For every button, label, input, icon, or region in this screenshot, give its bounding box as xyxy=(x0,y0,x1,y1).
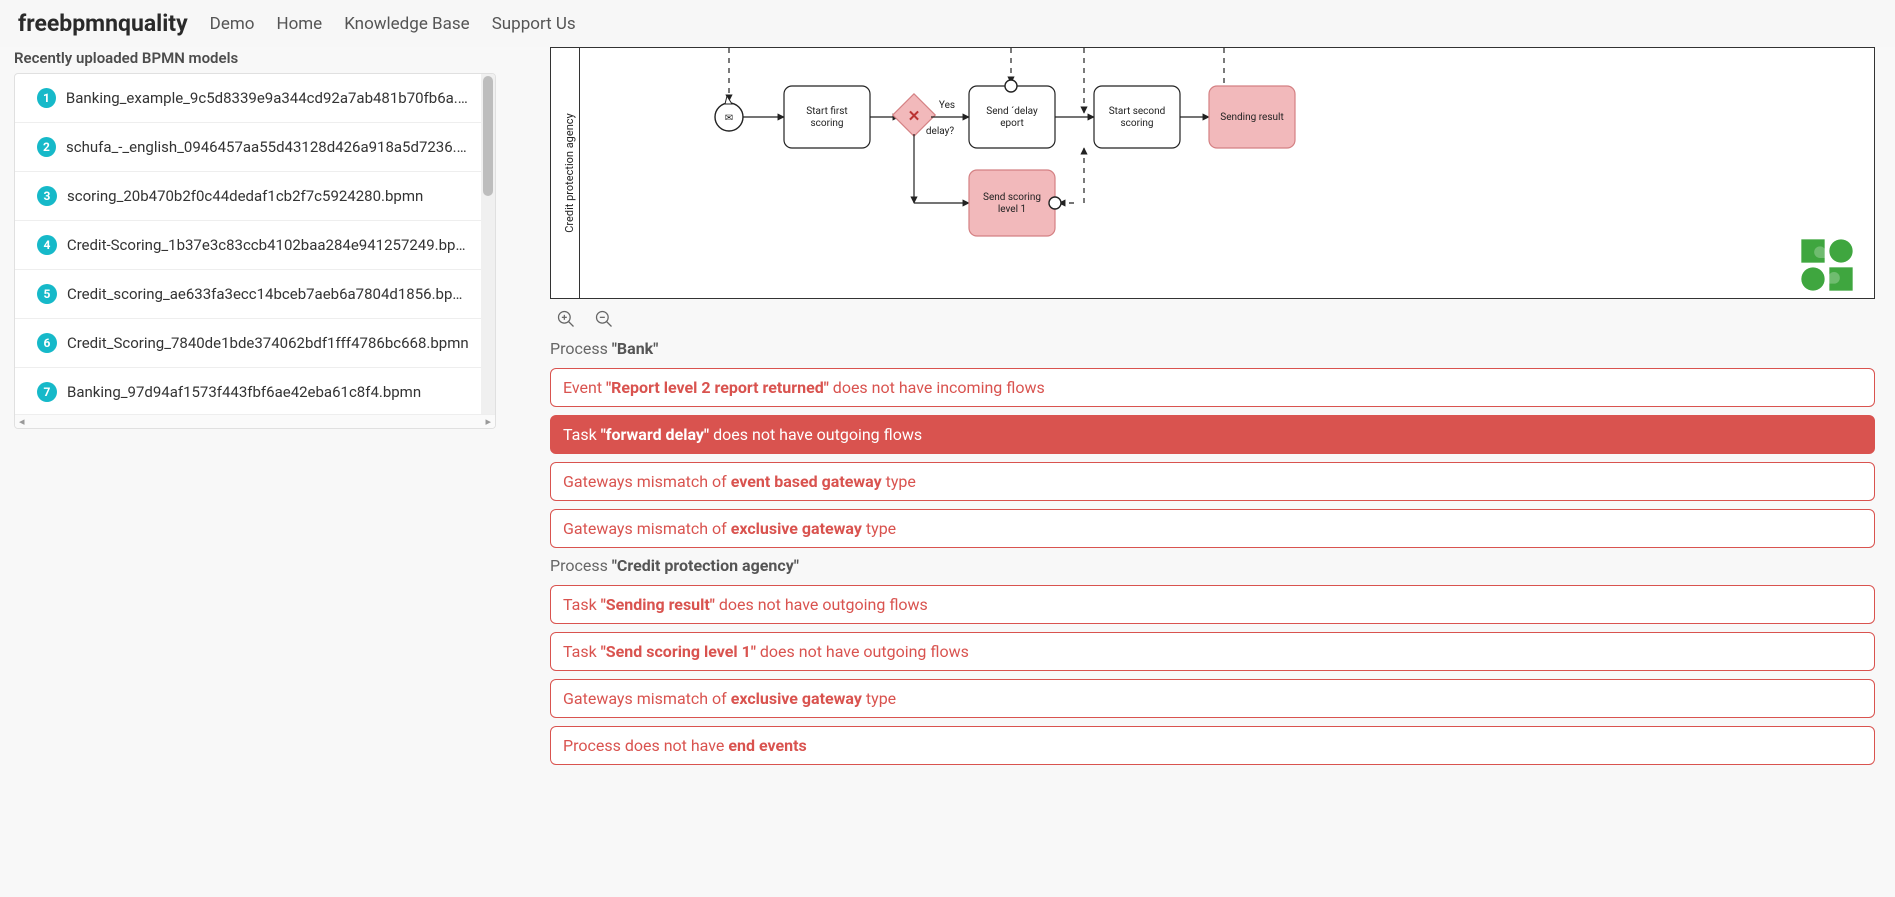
model-filename: Banking_example_9c5d8339e9a344cd92a7ab48… xyxy=(66,89,473,107)
model-row[interactable]: 4 Credit-Scoring_1b37e3c83ccb4102baa284e9… xyxy=(15,221,495,270)
proc-pre: Process xyxy=(550,556,612,575)
issue-item[interactable]: Task "forward delay" does not have outgo… xyxy=(550,415,1875,454)
svg-text:Sending result: Sending result xyxy=(1220,112,1283,123)
zoom-controls xyxy=(556,309,1869,329)
issue-pre: Gateways mismatch of xyxy=(563,472,731,491)
nav-kb[interactable]: Knowledge Base xyxy=(344,14,469,34)
issue-pre: Task xyxy=(563,425,601,444)
model-index-badge: 6 xyxy=(37,333,57,353)
model-row[interactable]: 7 Banking_97d94af1573f443fbf6ae42eba61c8f… xyxy=(15,368,495,414)
issue-post: type xyxy=(862,519,896,538)
list-footer: ◂ ▸ xyxy=(15,414,495,429)
proc-bold: "Bank" xyxy=(612,339,658,358)
model-list[interactable]: 1 Banking_example_9c5d8339e9a344cd92a7ab4… xyxy=(15,74,495,414)
model-filename: Credit_Scoring_7840de1bde374062bdf1fff47… xyxy=(67,334,469,352)
nav-demo[interactable]: Demo xyxy=(210,14,255,34)
issue-bold: "Report level 2 report returned" xyxy=(606,378,829,397)
issue-pre: Task xyxy=(563,595,601,614)
issue-post: type xyxy=(882,472,916,491)
model-filename: Banking_97d94af1573f443fbf6ae42eba61c8f4… xyxy=(67,383,421,401)
scroll-right-icon[interactable]: ▸ xyxy=(485,415,491,429)
left-panel: Recently uploaded BPMN models 1 Banking_e… xyxy=(0,47,510,773)
issue-bold: "Send scoring level 1" xyxy=(601,642,756,661)
model-filename: schufa_-_english_0946457aa55d43128d426a9… xyxy=(66,138,473,156)
topbar: freebpmnquality Demo Home Knowledge Base… xyxy=(0,0,1895,47)
model-index-badge: 1 xyxy=(37,88,56,108)
model-filename: Credit_scoring_ae633fa3ecc14bceb7aeb6a78… xyxy=(67,285,473,303)
issue-bold: exclusive gateway xyxy=(731,519,862,538)
issue-pre: Event xyxy=(563,378,606,397)
issue-item[interactable]: Task "Send scoring level 1" does not hav… xyxy=(550,632,1875,671)
zoom-in-icon[interactable] xyxy=(556,309,576,329)
issue-item[interactable]: Process does not have end events xyxy=(550,726,1875,765)
brand: freebpmnquality xyxy=(18,10,188,37)
issue-bold: event based gateway xyxy=(731,472,882,491)
issue-item[interactable]: Gateways mismatch of exclusive gateway t… xyxy=(550,679,1875,718)
model-filename: scoring_20b470b2f0c44dedaf1cb2f7c5924280… xyxy=(67,187,423,205)
right-panel: Credit protection agency ✉ xyxy=(510,47,1895,773)
issue-pre: Gateways mismatch of xyxy=(563,689,731,708)
scrollbar[interactable] xyxy=(481,74,495,414)
model-row[interactable]: 6 Credit_Scoring_7840de1bde374062bdf1fff4… xyxy=(15,319,495,368)
issue-pre: Task xyxy=(563,642,601,661)
issue-bold: "forward delay" xyxy=(601,425,709,444)
model-index-badge: 4 xyxy=(37,235,57,255)
svg-text:✕: ✕ xyxy=(908,107,921,125)
model-index-badge: 5 xyxy=(37,284,57,304)
issue-post: does not have outgoing flows xyxy=(715,595,928,614)
issue-post: does not have outgoing flows xyxy=(756,642,969,661)
left-header: Recently uploaded BPMN models xyxy=(14,49,496,67)
zoom-out-icon[interactable] xyxy=(594,309,614,329)
gate-delay: delay? xyxy=(926,126,954,137)
model-list-wrap: 1 Banking_example_9c5d8339e9a344cd92a7ab4… xyxy=(14,73,496,429)
process-title-agency: Process "Credit protection agency" xyxy=(550,556,1875,575)
bpmn-canvas[interactable]: Credit protection agency ✉ xyxy=(550,47,1875,299)
model-filename: Credit-Scoring_1b37e3c83ccb4102baa284e94… xyxy=(67,236,473,254)
issue-item[interactable]: Gateways mismatch of exclusive gateway t… xyxy=(550,509,1875,548)
scrollbar-thumb[interactable] xyxy=(483,76,493,196)
issue-pre: Gateways mismatch of xyxy=(563,519,731,538)
lane-label: Credit protection agency xyxy=(563,113,576,232)
issue-pre: Process does not have xyxy=(563,736,728,755)
process-title-bank: Process "Bank" xyxy=(550,339,1875,358)
svg-text:✉: ✉ xyxy=(725,113,733,124)
issue-bold: "Sending result" xyxy=(601,595,715,614)
model-row[interactable]: 3 scoring_20b470b2f0c44dedaf1cb2f7c592428… xyxy=(15,172,495,221)
bpmn-diagram: ✉ Start firstscoring ✕ Yes delay? Send ´ xyxy=(579,48,1874,298)
issue-post: does not have incoming flows xyxy=(829,378,1045,397)
issue-post: does not have outgoing flows xyxy=(709,425,922,444)
scroll-left-icon[interactable]: ◂ xyxy=(19,415,25,429)
model-index-badge: 3 xyxy=(37,186,57,206)
issue-item[interactable]: Event "Report level 2 report returned" d… xyxy=(550,368,1875,407)
brand-logo-icon xyxy=(1799,237,1855,293)
model-row[interactable]: 1 Banking_example_9c5d8339e9a344cd92a7ab4… xyxy=(15,74,495,123)
model-index-badge: 2 xyxy=(37,137,56,157)
issue-item[interactable]: Task "Sending result" does not have outg… xyxy=(550,585,1875,624)
issue-item[interactable]: Gateways mismatch of event based gateway… xyxy=(550,462,1875,501)
issue-bold: exclusive gateway xyxy=(731,689,862,708)
issue-bold: end events xyxy=(728,736,806,755)
gate-yes: Yes xyxy=(939,100,955,111)
model-row[interactable]: 2 schufa_-_english_0946457aa55d43128d426a… xyxy=(15,123,495,172)
nav-support[interactable]: Support Us xyxy=(492,14,576,34)
model-index-badge: 7 xyxy=(37,382,57,402)
issue-post: type xyxy=(862,689,896,708)
proc-bold: "Credit protection agency" xyxy=(612,556,799,575)
model-row[interactable]: 5 Credit_scoring_ae633fa3ecc14bceb7aeb6a7… xyxy=(15,270,495,319)
nav-home[interactable]: Home xyxy=(276,14,322,34)
proc-pre: Process xyxy=(550,339,612,358)
